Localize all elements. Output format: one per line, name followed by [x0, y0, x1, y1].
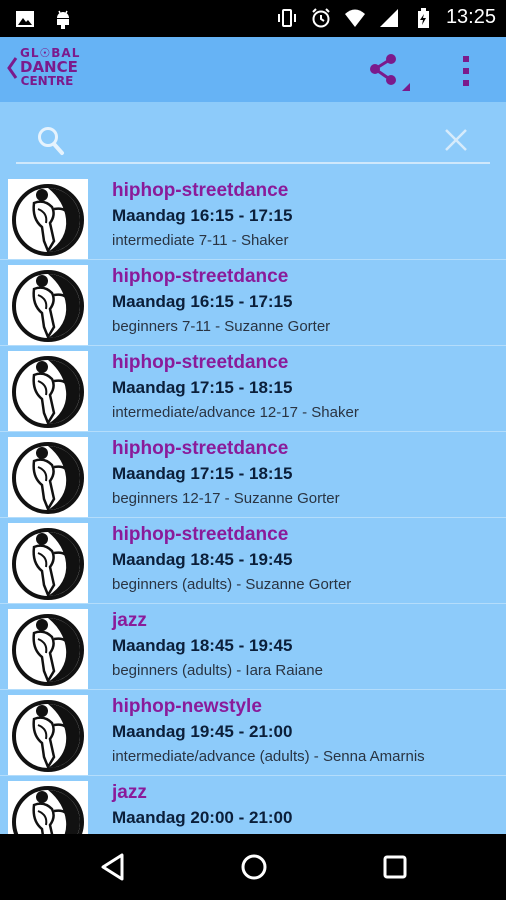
class-detail: beginners (adults) - Iara Raiane	[112, 662, 323, 679]
search-underline	[16, 162, 490, 164]
signal-icon	[379, 8, 398, 27]
class-title: hiphop-streetdance	[112, 438, 289, 459]
alarm-icon	[312, 7, 330, 27]
class-list-item[interactable]: hiphop-streetdance Maandag 18:45 - 19:45 b…	[0, 518, 506, 604]
dance-logo-thumbnail	[8, 609, 88, 689]
class-detail: intermediate/advance (adults) - Senna Am…	[112, 748, 425, 765]
class-title: jazz	[112, 610, 147, 631]
logo-line-3: CENTRE	[20, 74, 74, 88]
class-title: hiphop-newstyle	[112, 696, 262, 717]
battery-charging-icon	[417, 7, 429, 28]
class-time: Maandag 19:45 - 21:00	[112, 722, 293, 741]
home-circle-icon[interactable]	[238, 851, 270, 883]
class-title: hiphop-streetdance	[112, 352, 289, 373]
recents-square-icon[interactable]	[381, 853, 409, 881]
android-icon	[57, 10, 69, 29]
status-time: 13:25	[445, 6, 496, 28]
status-bar: 13:25	[0, 0, 506, 37]
class-time: Maandag 16:15 - 17:15	[112, 292, 293, 311]
search-input[interactable]	[74, 122, 434, 158]
dance-logo-thumbnail	[8, 523, 88, 603]
class-title: hiphop-streetdance	[112, 524, 289, 545]
class-list-item[interactable]: hiphop-streetdance Maandag 16:15 - 17:15 b…	[0, 260, 506, 346]
clear-search-icon[interactable]	[442, 126, 470, 154]
wifi-icon	[344, 9, 365, 27]
class-time: Maandag 16:15 - 17:15	[112, 206, 293, 225]
class-title: jazz	[112, 782, 147, 803]
class-list-item[interactable]: hiphop-streetdance Maandag 17:15 - 18:15 i…	[0, 346, 506, 432]
class-title: hiphop-streetdance	[112, 180, 289, 201]
dance-logo-thumbnail	[8, 695, 88, 775]
class-detail: intermediate 7-11 - Shaker	[112, 232, 289, 249]
class-list-item[interactable]: jazz Maandag 18:45 - 19:45 beginners (adul…	[0, 604, 506, 690]
class-time: Maandag 18:45 - 19:45	[112, 550, 293, 569]
back-chevron-icon[interactable]	[4, 53, 20, 83]
back-triangle-icon[interactable]	[98, 851, 128, 883]
class-time: Maandag 18:45 - 19:45	[112, 636, 293, 655]
vibrate-icon	[277, 8, 296, 27]
dance-logo-thumbnail	[8, 351, 88, 431]
class-list-item[interactable]: hiphop-newstyle Maandag 19:45 - 21:00 inte…	[0, 690, 506, 776]
class-list-item[interactable]: hiphop-streetdance Maandag 16:15 - 17:15 i…	[0, 174, 506, 260]
class-time: Maandag 20:00 - 21:00	[112, 808, 293, 827]
class-detail: intermediate/advance 12-17 - Shaker	[112, 404, 359, 421]
navigation-bar	[0, 834, 506, 900]
dance-logo-thumbnail	[8, 781, 88, 834]
dance-logo-thumbnail	[8, 179, 88, 259]
app-logo[interactable]: GL☉BAL DANCE CENTRE	[20, 46, 79, 94]
class-detail: beginners 7-11 - Suzanne Gorter	[112, 318, 331, 335]
class-list-item[interactable]: hiphop-streetdance Maandag 17:15 - 18:15 b…	[0, 432, 506, 518]
search-icon	[38, 127, 64, 155]
dance-logo-thumbnail	[8, 437, 88, 517]
image-icon	[16, 11, 34, 27]
logo-line-2: DANCE	[20, 58, 78, 76]
class-detail: beginners (adults) - Suzanne Gorter	[112, 576, 352, 593]
class-time: Maandag 17:15 - 18:15	[112, 378, 293, 397]
class-detail: beginners 12-17 - Suzanne Gorter	[112, 490, 340, 507]
search-bar	[0, 102, 506, 174]
class-list: hiphop-streetdance Maandag 16:15 - 17:15 i…	[0, 174, 506, 834]
dance-logo-thumbnail	[8, 265, 88, 345]
class-list-item[interactable]: jazz Maandag 20:00 - 21:00	[0, 776, 506, 834]
class-title: hiphop-streetdance	[112, 266, 289, 287]
overflow-menu-icon[interactable]	[455, 53, 477, 89]
app-bar: GL☉BAL DANCE CENTRE	[0, 37, 506, 102]
class-time: Maandag 17:15 - 18:15	[112, 464, 293, 483]
share-icon[interactable]	[366, 51, 410, 91]
